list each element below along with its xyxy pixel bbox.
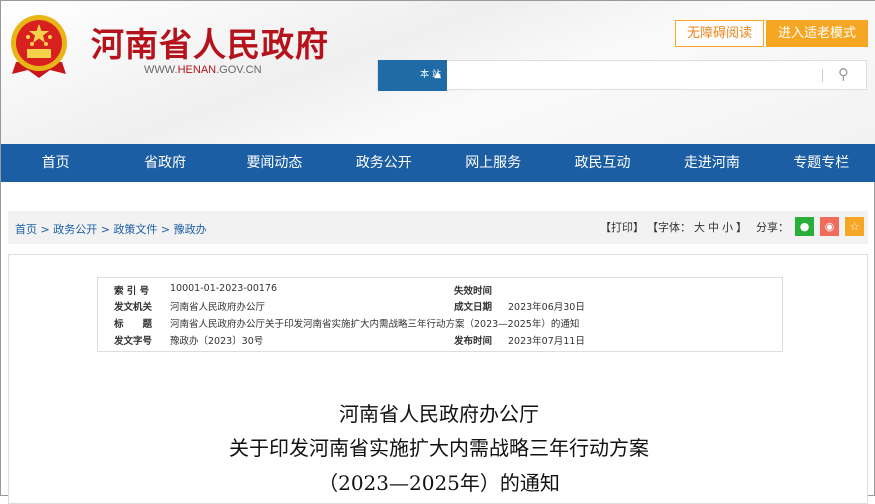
breadcrumb-home[interactable]: 首页 bbox=[15, 223, 37, 236]
nav-topics[interactable]: 专题专栏 bbox=[767, 144, 875, 182]
elder-mode-button[interactable]: 进入适老模式 bbox=[766, 20, 868, 47]
search-input[interactable] bbox=[450, 64, 820, 86]
title-value: 河南省人民政府办公厅关于印发河南省实施扩大内需战略三年行动方案（2023—202… bbox=[170, 319, 580, 330]
title-label: 标 题 bbox=[114, 319, 153, 330]
divider bbox=[822, 69, 823, 82]
nav-gov-affairs[interactable]: 政务公开 bbox=[329, 144, 438, 182]
index-label: 索 引 号 bbox=[114, 286, 150, 297]
issuer-label: 发文机关 bbox=[114, 302, 153, 313]
article-card: 索 引 号 10001-01-2023-00176 失效时间 发文机关 河南省人民政府… bbox=[8, 254, 868, 504]
issuer-value: 河南省人民政府办公厅 bbox=[170, 302, 266, 313]
national-emblem-icon bbox=[11, 15, 67, 78]
document-meta-table: 索 引 号 10001-01-2023-00176 失效时间 发文机关 河南省人民政府… bbox=[97, 277, 783, 352]
date-value: 2023年06月30日 bbox=[508, 302, 585, 313]
font-large[interactable]: 大 bbox=[694, 219, 705, 235]
expire-label: 失效时间 bbox=[454, 286, 493, 297]
font-small[interactable]: 小 bbox=[722, 219, 733, 235]
header: 河南省人民政府 WWW.HENAN.GOV.CN 无障碍阅读 进入适老模式 本 … bbox=[1, 1, 875, 144]
article-tools: 【打印】 【字体： 大 中 小 】 分享： ● ◉ ☆ bbox=[600, 217, 864, 236]
publish-value: 2023年07月11日 bbox=[508, 336, 585, 347]
breadcrumb-bar: 首页 > 政务公开 > 政策文件 > 豫政办 【打印】 【字体： 大 中 小 】… bbox=[8, 211, 868, 244]
font-size-label: 【字体： bbox=[647, 220, 691, 234]
doc-title-line-2: 关于印发河南省实施扩大内需战略三年行动方案 bbox=[229, 436, 649, 460]
doc-title-line-1: 河南省人民政府办公厅 bbox=[339, 402, 539, 426]
search-scope-select[interactable]: 本 站 ▲ bbox=[378, 60, 447, 91]
docno-value: 豫政办〔2023〕30号 bbox=[170, 336, 264, 347]
doc-title-line-3: （2023—2025年）的通知 bbox=[318, 471, 560, 495]
main-nav: 首页 省政府 要闻动态 政务公开 网上服务 政民互动 走进河南 专题专栏 bbox=[1, 144, 875, 182]
breadcrumb-policy[interactable]: 政策文件 bbox=[113, 223, 157, 236]
wechat-icon[interactable]: ● bbox=[795, 217, 814, 236]
site-url: WWW.HENAN.GOV.CN bbox=[144, 64, 262, 76]
nav-home[interactable]: 首页 bbox=[1, 144, 110, 182]
breadcrumb-yuzhengban[interactable]: 豫政办 bbox=[174, 223, 207, 236]
breadcrumb-gov-affairs[interactable]: 政务公开 bbox=[53, 223, 97, 236]
sort-arrows-icon: ▲ bbox=[434, 70, 441, 80]
print-link[interactable]: 【打印】 bbox=[600, 219, 644, 235]
site-title[interactable]: 河南省人民政府 bbox=[91, 18, 329, 66]
nav-provincial-gov[interactable]: 省政府 bbox=[110, 144, 219, 182]
weibo-icon[interactable]: ◉ bbox=[820, 217, 839, 236]
favorite-star-icon[interactable]: ☆ bbox=[845, 217, 864, 236]
breadcrumb: 首页 > 政务公开 > 政策文件 > 豫政办 bbox=[15, 223, 207, 236]
date-label: 成文日期 bbox=[454, 302, 493, 313]
nav-online-services[interactable]: 网上服务 bbox=[439, 144, 548, 182]
docno-label: 发文字号 bbox=[114, 336, 153, 347]
publish-label: 发布时间 bbox=[454, 336, 493, 347]
nav-interaction[interactable]: 政民互动 bbox=[548, 144, 657, 182]
nav-news[interactable]: 要闻动态 bbox=[220, 144, 329, 182]
search-bar: 本 站 ▲ ⚲ bbox=[377, 60, 867, 91]
bracket: 】 bbox=[736, 220, 747, 234]
accessible-reading-button[interactable]: 无障碍阅读 bbox=[675, 20, 764, 47]
share-label: 分享： bbox=[756, 220, 789, 234]
index-value: 10001-01-2023-00176 bbox=[170, 283, 277, 294]
font-medium[interactable]: 中 bbox=[708, 219, 719, 235]
search-icon[interactable]: ⚲ bbox=[838, 65, 849, 83]
nav-about-henan[interactable]: 走进河南 bbox=[657, 144, 766, 182]
